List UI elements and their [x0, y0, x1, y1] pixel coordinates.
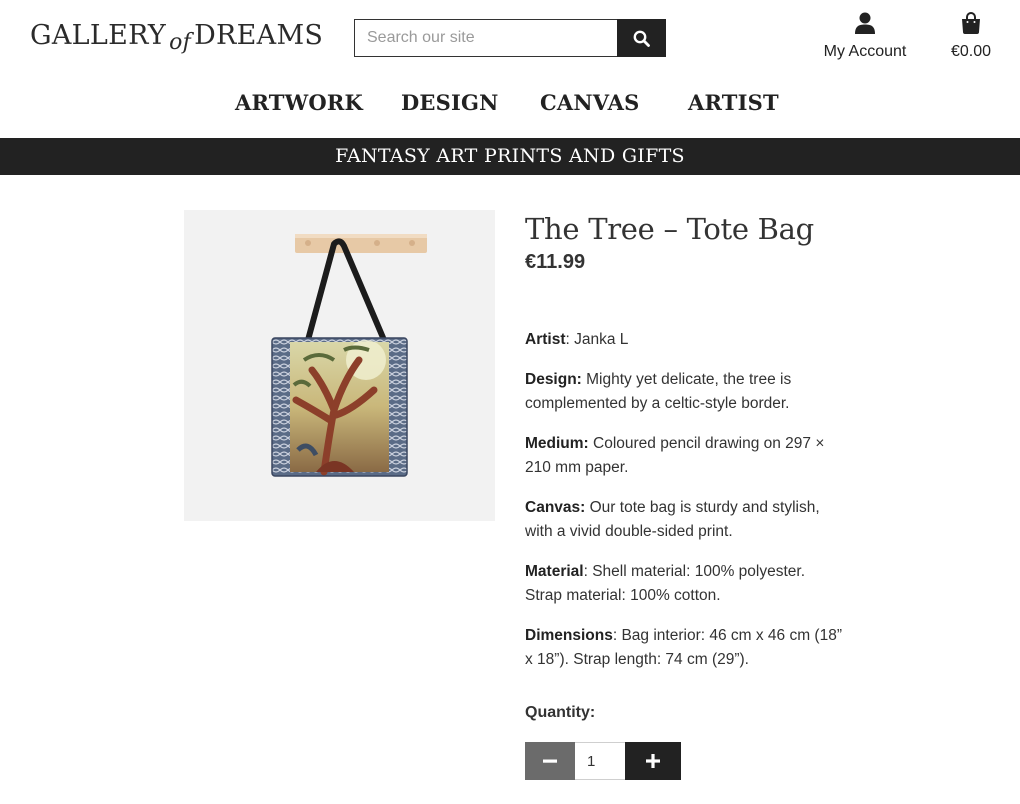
tote-bag-illustration [271, 234, 427, 477]
plus-icon [646, 754, 660, 768]
product-specs: Artist: Janka L Design: Mighty yet delic… [525, 328, 845, 688]
promo-banner: FANTASY ART PRINTS AND GIFTS [0, 138, 1020, 175]
quantity-stepper [525, 742, 681, 780]
decrease-quantity-button[interactable] [525, 742, 575, 780]
search-icon [633, 30, 650, 47]
spec-material: Material: Shell material: 100% polyester… [525, 560, 845, 608]
site-logo[interactable]: GALLERY of DREAMS [30, 20, 324, 55]
search-form [354, 19, 666, 57]
nav-item-artist[interactable]: ARTIST [688, 90, 779, 115]
spec-label: Artist [525, 331, 566, 348]
spec-label: Material [525, 563, 584, 580]
spec-medium: Medium: Coloured pencil drawing on 297 ×… [525, 432, 845, 480]
quantity-input[interactable] [575, 742, 625, 780]
user-icon [855, 12, 875, 34]
my-account-label: My Account [823, 43, 907, 60]
spec-design: Design: Mighty yet delicate, the tree is… [525, 368, 845, 416]
main-nav: ARTWORK DESIGN CANVAS ARTIST [0, 90, 1020, 122]
nav-item-canvas[interactable]: CANVAS [540, 90, 640, 115]
spec-dimensions: Dimensions: Bag interior: 46 cm x 46 cm … [525, 624, 845, 672]
quantity-label: Quantity: [525, 704, 596, 721]
spec-label: Dimensions [525, 627, 613, 644]
cart-link[interactable]: €0.00 [946, 12, 996, 61]
shopping-bag-icon [962, 12, 980, 34]
my-account-link[interactable]: My Account [818, 12, 912, 61]
spec-label: Design: [525, 371, 582, 388]
search-input[interactable] [354, 19, 617, 57]
spec-label: Medium: [525, 435, 589, 452]
increase-quantity-button[interactable] [625, 742, 681, 780]
search-button[interactable] [617, 19, 666, 57]
product-details: The Tree – Tote Bag €11.99 Artist: Janka… [525, 210, 845, 780]
logo-text-of: of [169, 30, 192, 55]
logo-text-gallery: GALLERY [30, 20, 167, 51]
nav-item-design[interactable]: DESIGN [401, 90, 499, 115]
spec-canvas: Canvas: Our tote bag is sturdy and styli… [525, 496, 845, 544]
product-image[interactable] [184, 210, 495, 521]
logo-text-dreams: DREAMS [194, 20, 324, 51]
product-title: The Tree – Tote Bag [525, 212, 814, 246]
spec-artist: Artist: Janka L [525, 328, 845, 352]
banner-text: FANTASY ART PRINTS AND GIFTS [335, 145, 685, 167]
spec-value: : Janka L [565, 331, 629, 348]
nav-item-artwork[interactable]: ARTWORK [235, 90, 363, 115]
cart-total: €0.00 [950, 43, 992, 60]
product-price: €11.99 [525, 251, 586, 273]
spec-label: Canvas: [525, 499, 586, 516]
minus-icon [543, 759, 557, 763]
